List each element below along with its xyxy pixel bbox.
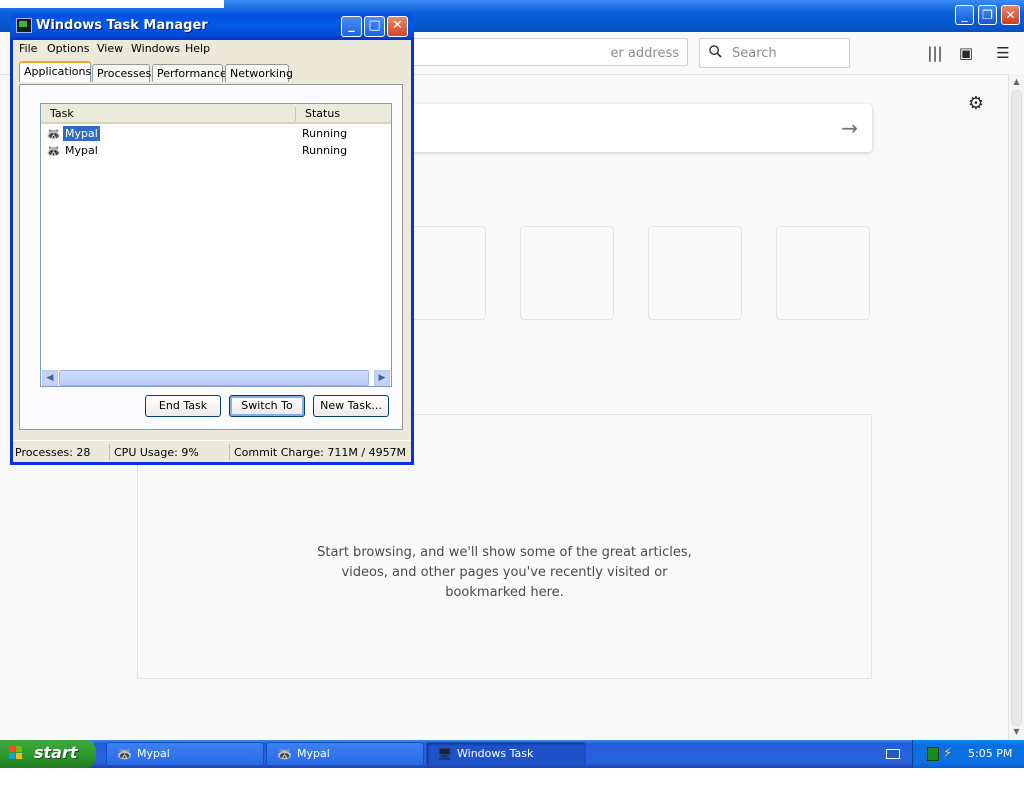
- windows-flag-icon: [9, 746, 23, 760]
- browser-titlebar-strip: [0, 0, 224, 8]
- task-name: Mypal: [65, 144, 98, 157]
- task-status: Running: [302, 127, 348, 140]
- highlights-line: bookmarked here.: [445, 585, 564, 600]
- status-cpu: CPU Usage: 9%: [114, 446, 199, 459]
- task-manager-icon: 🖥: [437, 747, 453, 761]
- taskbar-item-label: Mypal: [137, 747, 170, 760]
- task-manager-icon: [16, 18, 32, 33]
- status-separator: [109, 444, 110, 460]
- browser-close-button[interactable]: ✕: [1001, 5, 1020, 25]
- mypal-icon: 🦝: [117, 747, 132, 761]
- tab-applications[interactable]: Applications: [19, 61, 91, 82]
- close-button[interactable]: ✕: [387, 16, 408, 37]
- scroll-right-icon[interactable]: ▶: [374, 370, 390, 386]
- clock[interactable]: 5:05 PM: [968, 747, 1012, 760]
- status-commit: Commit Charge: 711M / 4957M: [234, 446, 407, 459]
- task-list[interactable]: Task Status 🦝 Mypal Running 🦝 Mypal Runn…: [40, 103, 392, 387]
- column-status[interactable]: Status: [305, 107, 340, 120]
- column-task[interactable]: Task: [50, 107, 74, 120]
- tab-performance[interactable]: Performance: [152, 64, 227, 82]
- start-label: start: [34, 743, 78, 762]
- minimize-button[interactable]: _: [341, 16, 362, 37]
- taskbar-item-task-manager[interactable]: 🖥 Windows Task Manager: [426, 742, 586, 782]
- mypal-icon: 🦝: [277, 747, 292, 761]
- search-icon: [709, 45, 722, 58]
- newtab-search-box[interactable]: →: [380, 104, 872, 152]
- task-manager-titlebar[interactable]: Windows Task Manager _ □ ✕: [10, 12, 414, 40]
- new-task-button[interactable]: New Task...: [313, 395, 389, 417]
- scroll-thumb[interactable]: [1011, 90, 1022, 726]
- tab-processes[interactable]: Processes: [92, 64, 151, 82]
- top-site-tile[interactable]: [520, 226, 614, 320]
- scroll-thumb[interactable]: [59, 370, 369, 386]
- scroll-down-icon[interactable]: ▼: [1009, 724, 1024, 740]
- browser-vertical-scrollbar[interactable]: ▲ ▼: [1008, 74, 1024, 740]
- taskbar-item-label: Mypal: [297, 747, 330, 760]
- menu-windows[interactable]: Windows: [131, 42, 180, 55]
- highlights-line: Start browsing, and we'll show some of t…: [317, 545, 692, 560]
- task-status: Running: [302, 144, 348, 157]
- browser-minimize-button[interactable]: _: [955, 5, 974, 25]
- menu-bar: File Options View Windows Help: [13, 40, 411, 58]
- switch-to-button[interactable]: Switch To: [229, 395, 305, 417]
- task-name: Mypal: [62, 125, 101, 142]
- browser-restore-button[interactable]: ❐: [978, 5, 997, 25]
- window-title: Windows Task Manager: [36, 18, 208, 33]
- scroll-left-icon[interactable]: ◀: [42, 370, 58, 386]
- highlights-message: Start browsing, and we'll show some of t…: [138, 543, 871, 603]
- task-list-header: Task Status: [41, 104, 391, 124]
- column-divider[interactable]: [295, 107, 296, 121]
- tab-networking[interactable]: Networking: [225, 64, 293, 82]
- arrow-right-icon[interactable]: →: [841, 116, 858, 140]
- top-site-tile[interactable]: [776, 226, 870, 320]
- top-site-tile[interactable]: [648, 226, 742, 320]
- status-separator: [229, 444, 230, 460]
- start-button[interactable]: start: [0, 740, 96, 768]
- menu-options[interactable]: Options: [47, 42, 89, 55]
- status-bar: Processes: 28 CPU Usage: 9% Commit Charg…: [13, 440, 411, 463]
- mypal-icon: 🦝: [46, 144, 61, 158]
- search-placeholder: Search: [732, 46, 777, 61]
- mypal-icon: 🦝: [46, 127, 61, 141]
- network-icon[interactable]: ⚡: [943, 746, 952, 761]
- end-task-button[interactable]: End Task: [145, 395, 221, 417]
- search-box[interactable]: Search: [699, 38, 850, 68]
- menu-file[interactable]: File: [19, 42, 37, 55]
- task-manager-window: Windows Task Manager _ □ ✕ File Options …: [10, 12, 414, 465]
- taskbar-item-mypal[interactable]: 🦝 Mypal: [266, 742, 424, 766]
- sidebar-icon[interactable]: ▣: [956, 44, 976, 62]
- taskbar-item-label: Windows Task Manager: [457, 747, 534, 782]
- horizontal-scrollbar[interactable]: ◀ ▶: [42, 370, 390, 386]
- menu-icon[interactable]: ☰: [993, 44, 1013, 62]
- scroll-up-icon[interactable]: ▲: [1009, 74, 1024, 90]
- task-manager-tray-icon[interactable]: [927, 747, 939, 761]
- applications-panel: Task Status 🦝 Mypal Running 🦝 Mypal Runn…: [19, 84, 403, 430]
- library-icon[interactable]: |||: [925, 44, 945, 62]
- task-row[interactable]: 🦝 Mypal Running: [41, 143, 391, 160]
- taskbar-item-mypal[interactable]: 🦝 Mypal: [106, 742, 264, 766]
- gear-icon[interactable]: ⚙: [966, 94, 986, 114]
- maximize-button[interactable]: □: [364, 16, 385, 37]
- status-processes: Processes: 28: [15, 446, 91, 459]
- task-row[interactable]: 🦝 Mypal Running: [41, 125, 391, 143]
- highlights-line: videos, and other pages you've recently …: [341, 565, 668, 580]
- menu-help[interactable]: Help: [185, 42, 210, 55]
- keyboard-icon[interactable]: [886, 749, 900, 759]
- menu-view[interactable]: View: [97, 42, 123, 55]
- taskbar: start 🦝 Mypal 🦝 Mypal 🖥 Windows Task Man…: [0, 740, 1024, 782]
- system-tray: ⚡ 5:05 PM: [912, 740, 1024, 768]
